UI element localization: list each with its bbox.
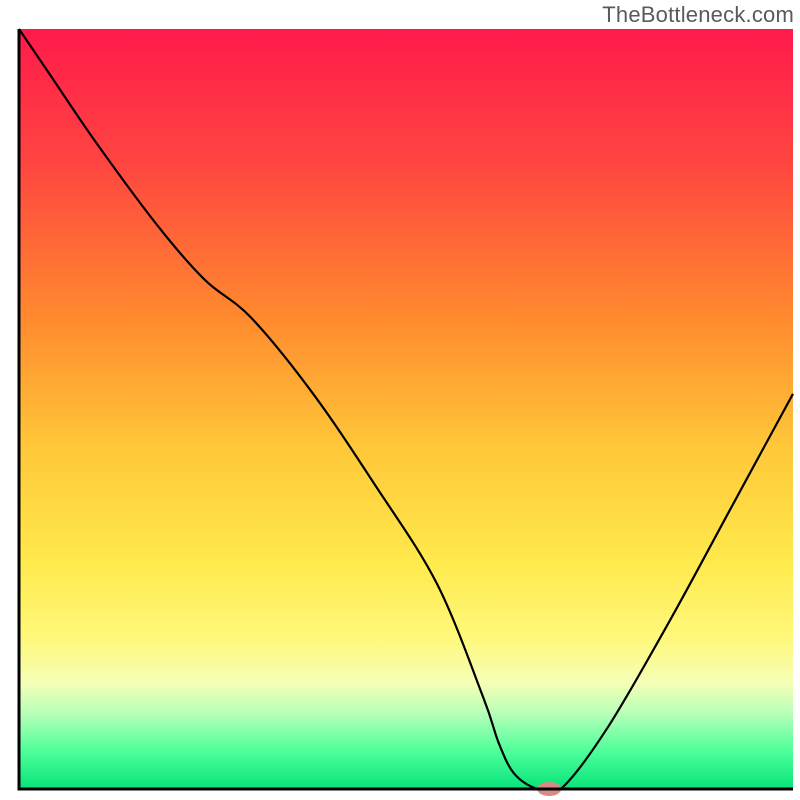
watermark-text: TheBottleneck.com xyxy=(602,2,794,28)
chart-background xyxy=(19,29,793,789)
bottleneck-chart xyxy=(0,0,800,800)
chart-container: { "watermark": "TheBottleneck.com", "cha… xyxy=(0,0,800,800)
